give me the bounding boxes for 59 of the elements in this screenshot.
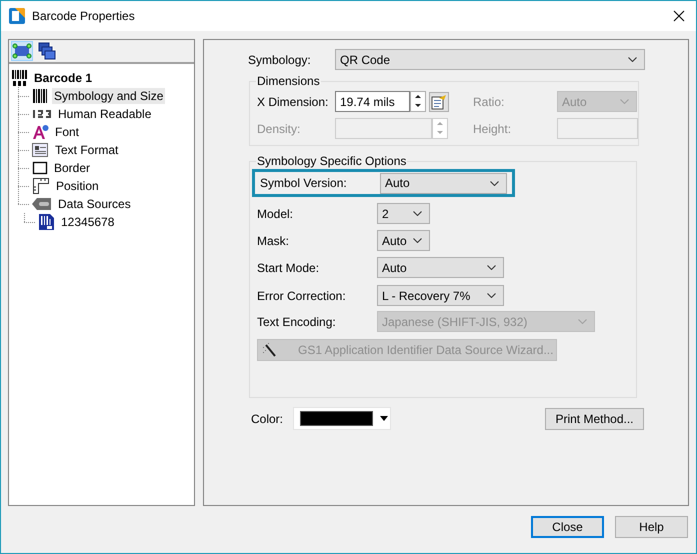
chevron-icon (413, 211, 422, 216)
field-label: Color: (251, 412, 284, 426)
tree-item[interactable]: 12345678 (59, 214, 116, 230)
tree-item[interactable]: Text Format (53, 142, 120, 158)
chevron-icon (628, 57, 637, 62)
tag-icon (32, 197, 52, 211)
chevron-icon (490, 180, 499, 186)
barcode-icon (32, 88, 48, 104)
barcode-document-icon (38, 213, 55, 231)
tree-item[interactable]: Human Readable (56, 106, 154, 122)
tree-item[interactable]: Border (52, 160, 92, 176)
chevron-icon (578, 319, 587, 324)
color-picker[interactable] (293, 407, 391, 430)
text-format-icon (32, 142, 49, 158)
group-title: Dimensions (256, 74, 321, 88)
border-icon (32, 161, 48, 175)
dropdown[interactable]: Auto (377, 257, 504, 278)
document-wand-icon (431, 94, 447, 110)
group-title: Symbology Specific Options (256, 154, 408, 168)
tree-item[interactable]: Font (53, 124, 82, 140)
print-method-button[interactable]: Print Method... (545, 408, 644, 430)
layers-icon (38, 42, 56, 60)
dialog-button[interactable]: Close (531, 516, 604, 538)
dialog-button[interactable]: Help (615, 516, 688, 538)
chevron-icon (487, 293, 496, 298)
dropdown[interactable]: 2 (377, 203, 430, 224)
dropdown[interactable]: Auto (377, 230, 430, 251)
field-label: Model: (257, 206, 294, 220)
tree-item[interactable]: Symbology and Size (52, 88, 166, 104)
chevron-icon (620, 99, 629, 104)
dropdown[interactable]: Auto (380, 172, 507, 194)
dropdown[interactable]: L - Recovery 7% (377, 285, 504, 306)
chevron-icon (413, 238, 422, 243)
field-label: Height: (473, 122, 512, 136)
window-title: Barcode Properties (32, 9, 135, 23)
field-label: Start Mode: (257, 260, 320, 274)
dropdown[interactable]: QR Code (335, 49, 645, 70)
caret-icon (380, 416, 388, 421)
barcode-icon (12, 70, 28, 86)
field-label: Density: (257, 122, 302, 136)
field-label: X Dimension: (257, 94, 330, 108)
input-field[interactable]: 19.74 mils (335, 91, 410, 112)
field-label: Text Encoding: (257, 314, 337, 328)
spin-buttons[interactable] (410, 91, 426, 112)
tree-item[interactable]: Data Sources (56, 196, 133, 212)
font-style-icon (32, 124, 49, 140)
toolbar-button[interactable] (36, 41, 58, 61)
tree-item[interactable]: Position (54, 178, 101, 194)
ruler-icon (32, 177, 50, 195)
field-label: Symbol Version: (260, 176, 348, 190)
digits-icon (32, 109, 52, 119)
layout-icon (12, 42, 32, 60)
tree-item[interactable]: Barcode 1 (32, 70, 94, 86)
chevron-icon (487, 265, 496, 270)
app-logo-icon (9, 8, 25, 24)
field-label: Ratio: (473, 94, 506, 108)
field-label: Error Correction: (257, 288, 347, 302)
field-label: Symbology: (248, 52, 312, 66)
field-label: Mask: (257, 234, 290, 248)
